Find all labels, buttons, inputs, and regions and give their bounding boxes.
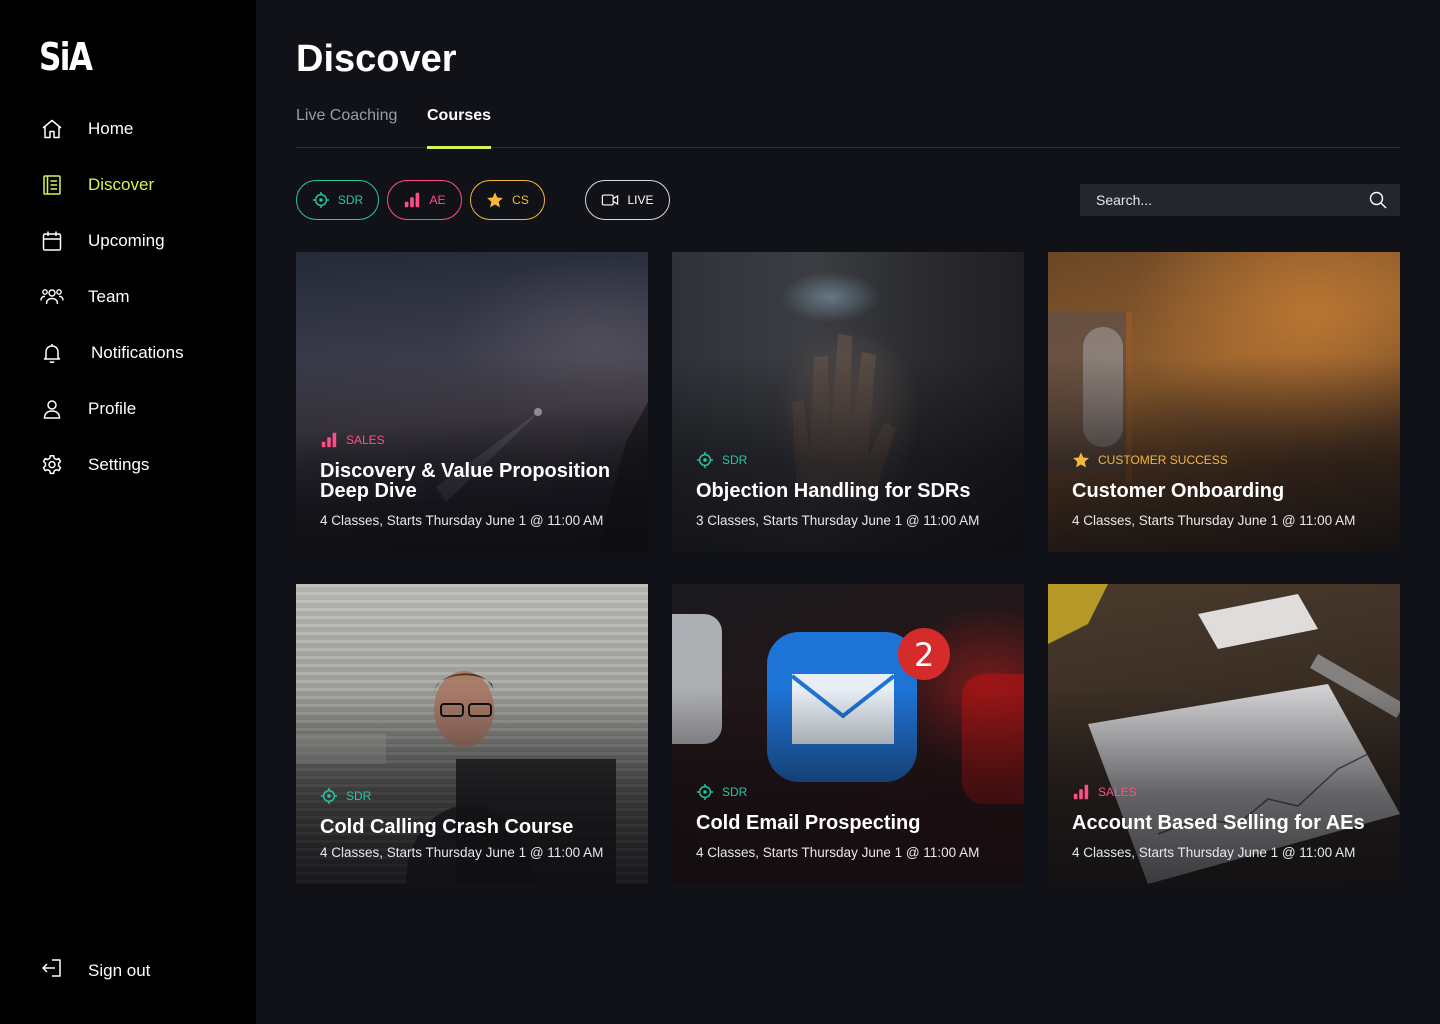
sign-out-label: Sign out bbox=[88, 960, 151, 980]
course-card[interactable]: 2 SDR Cold Email Prospecting 4 Classes, … bbox=[672, 584, 1024, 884]
search-input[interactable] bbox=[1080, 184, 1368, 216]
sidebar-item-label: Discover bbox=[88, 175, 155, 194]
target-icon bbox=[696, 783, 714, 801]
target-icon bbox=[312, 191, 330, 209]
course-card[interactable]: SALES Account Based Selling for AEs 4 Cl… bbox=[1048, 584, 1400, 884]
filter-label: AE bbox=[429, 193, 446, 207]
sidebar-item-notifications[interactable]: Notifications bbox=[40, 339, 184, 367]
bar-chart-icon bbox=[1072, 783, 1090, 801]
sign-out-button[interactable]: Sign out bbox=[40, 956, 150, 985]
sidebar-item-home[interactable]: Home bbox=[40, 115, 133, 143]
course-meta: 4 Classes, Starts Thursday June 1 @ 11:0… bbox=[320, 513, 604, 528]
book-icon bbox=[40, 173, 64, 197]
course-meta: 4 Classes, Starts Thursday June 1 @ 11:0… bbox=[1072, 513, 1356, 528]
page-title: Discover bbox=[296, 38, 457, 80]
course-meta: 4 Classes, Starts Thursday June 1 @ 11:0… bbox=[320, 845, 604, 860]
sidebar-item-label: Team bbox=[88, 287, 130, 306]
sidebar-item-label: Settings bbox=[88, 455, 150, 474]
video-camera-icon bbox=[602, 194, 619, 206]
course-card[interactable]: SDR Cold Calling Crash Course 4 Classes,… bbox=[296, 584, 648, 884]
filter-cs-chip[interactable]: CS bbox=[470, 180, 545, 220]
bar-chart-icon bbox=[320, 431, 338, 449]
course-title: Account Based Selling for AEs bbox=[1072, 812, 1365, 834]
category-label: SALES bbox=[1098, 785, 1137, 799]
course-meta: 3 Classes, Starts Thursday June 1 @ 11:0… bbox=[696, 513, 980, 528]
course-title: Cold Calling Crash Course bbox=[320, 816, 574, 838]
course-meta: 4 Classes, Starts Thursday June 1 @ 11:0… bbox=[1072, 845, 1356, 860]
sidebar-item-label: Home bbox=[88, 119, 134, 138]
category-label: SDR bbox=[346, 789, 372, 803]
course-card[interactable]: SALES Discovery & Value Proposition Deep… bbox=[296, 252, 648, 552]
sidebar-item-label: Notifications bbox=[91, 343, 184, 362]
sidebar-item-settings[interactable]: Settings bbox=[40, 451, 149, 479]
course-title: Discovery & Value Proposition Deep Dive bbox=[320, 460, 611, 502]
tab-bar: Live Coaching Courses bbox=[296, 104, 1400, 149]
sidebar-item-label: Profile bbox=[88, 399, 137, 418]
category-label: SDR bbox=[722, 785, 748, 799]
tab-live-coaching[interactable]: Live Coaching bbox=[296, 104, 397, 148]
category-label: SDR bbox=[722, 453, 748, 467]
course-title: Cold Email Prospecting bbox=[696, 812, 921, 834]
course-meta: 4 Classes, Starts Thursday June 1 @ 11:0… bbox=[696, 845, 980, 860]
star-icon bbox=[486, 191, 504, 209]
course-category: SDR bbox=[696, 451, 1008, 469]
sidebar-item-label: Upcoming bbox=[88, 231, 165, 250]
course-category: SDR bbox=[696, 783, 1008, 801]
bar-chart-icon bbox=[403, 191, 421, 209]
course-title: Objection Handling for SDRs bbox=[696, 480, 971, 502]
target-icon bbox=[696, 451, 714, 469]
course-title: Customer Onboarding bbox=[1072, 480, 1285, 502]
search-box bbox=[1080, 184, 1400, 216]
home-icon bbox=[40, 117, 64, 141]
filter-label: CS bbox=[512, 193, 529, 207]
category-label: SALES bbox=[346, 433, 385, 447]
gear-icon bbox=[40, 453, 64, 477]
filter-label: LIVE bbox=[627, 193, 654, 207]
course-category: SALES bbox=[320, 431, 632, 449]
filter-label: SDR bbox=[337, 193, 364, 207]
bell-icon bbox=[40, 341, 64, 365]
search-icon[interactable] bbox=[1368, 190, 1388, 210]
sidebar: SiA Home Discover Upcoming Team Notifica… bbox=[0, 0, 256, 1024]
course-card[interactable]: SDR Objection Handling for SDRs 3 Classe… bbox=[672, 252, 1024, 552]
category-label: CUSTOMER SUCCESS bbox=[1098, 453, 1228, 467]
sidebar-item-discover[interactable]: Discover bbox=[40, 171, 154, 199]
tab-courses[interactable]: Courses bbox=[427, 104, 492, 149]
sign-out-icon bbox=[40, 956, 64, 985]
target-icon bbox=[320, 787, 338, 805]
app-logo[interactable]: SiA bbox=[39, 38, 93, 76]
filter-sdr-chip[interactable]: SDR bbox=[296, 180, 379, 220]
calendar-icon bbox=[40, 229, 64, 253]
course-category: SALES bbox=[1072, 783, 1384, 801]
sidebar-item-upcoming[interactable]: Upcoming bbox=[40, 227, 165, 255]
filter-live-chip[interactable]: LIVE bbox=[585, 180, 670, 220]
filter-ae-chip[interactable]: AE bbox=[387, 180, 462, 220]
sidebar-item-team[interactable]: Team bbox=[40, 283, 130, 311]
team-icon bbox=[40, 285, 64, 309]
sidebar-item-profile[interactable]: Profile bbox=[40, 395, 136, 423]
user-icon bbox=[40, 397, 64, 421]
course-category: CUSTOMER SUCCESS bbox=[1072, 451, 1384, 469]
course-category: SDR bbox=[320, 787, 632, 805]
star-icon bbox=[1072, 451, 1090, 469]
course-card[interactable]: CUSTOMER SUCCESS Customer Onboarding 4 C… bbox=[1048, 252, 1400, 552]
